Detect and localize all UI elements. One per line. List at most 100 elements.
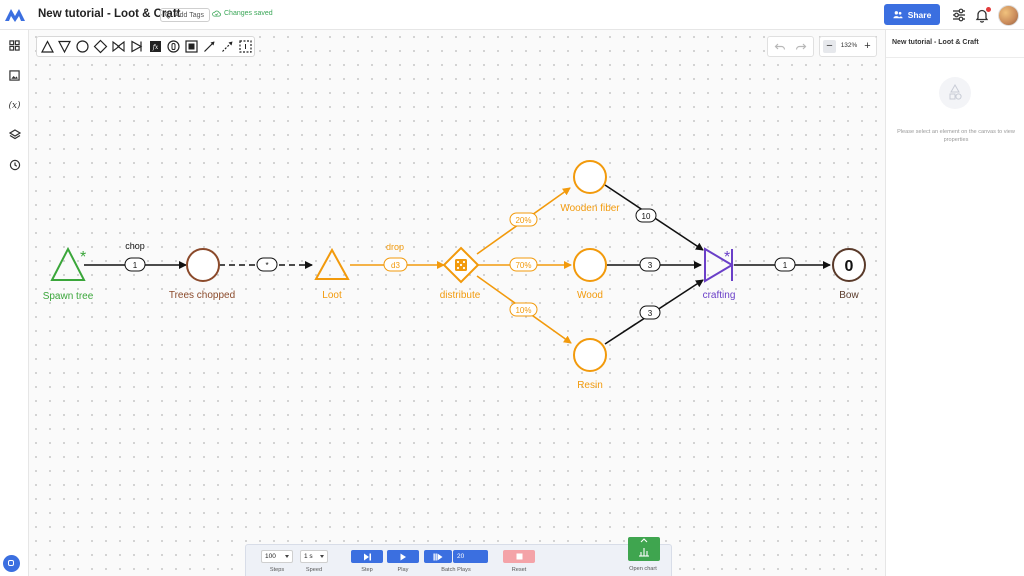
chevron-down-icon — [320, 555, 324, 558]
edge-wood-to-crafting-value: 3 — [648, 261, 653, 270]
distribute-label: distribute — [440, 290, 481, 301]
zoom-in-button[interactable]: + — [861, 40, 874, 53]
edge-to-wooden-fiber-value: 20% — [515, 216, 531, 225]
play-label: Play — [397, 567, 409, 573]
steps-label: Steps — [269, 567, 285, 573]
properties-panel: New tutorial - Loot & Craft Please selec… — [885, 30, 1024, 576]
undo-redo-group — [767, 36, 814, 57]
stop-icon — [516, 553, 522, 560]
user-avatar[interactable] — [998, 5, 1019, 26]
left-sidebar: (x) — [0, 30, 29, 576]
step-button[interactable] — [351, 550, 383, 563]
users-icon — [893, 11, 903, 19]
speed-label: Speed — [305, 567, 323, 573]
edge-chop-label: chop — [125, 241, 145, 251]
panel-title: New tutorial - Loot & Craft — [892, 39, 979, 46]
wood-label: Wood — [577, 290, 603, 301]
loot-label: Loot — [322, 290, 342, 301]
open-chart-button[interactable] — [628, 537, 660, 561]
register-icon[interactable]: fx — [148, 39, 163, 54]
share-button[interactable]: Share — [884, 4, 940, 25]
reset-label: Reset — [511, 567, 527, 573]
chevron-down-icon — [285, 555, 289, 558]
diagram-canvas[interactable] — [29, 30, 885, 576]
gate-diamond-icon[interactable] — [93, 39, 108, 54]
resin-label: Resin — [577, 380, 603, 391]
crafting-label: crafting — [703, 290, 736, 301]
edge-to-wood-value: 70% — [515, 261, 531, 270]
history-icon[interactable] — [7, 157, 22, 172]
converter-icon[interactable] — [129, 39, 144, 54]
edge-crafting-to-bow-value: 1 — [783, 261, 788, 270]
components-grid-icon[interactable] — [7, 38, 22, 53]
panel-divider — [886, 57, 1024, 58]
chart-icon — [639, 548, 649, 557]
save-status: Changes saved — [212, 10, 273, 17]
edge-drop-value: d3 — [391, 261, 400, 270]
step-label: Step — [361, 567, 373, 573]
share-label: Share — [907, 9, 932, 20]
bow-value: 0 — [845, 258, 854, 275]
svg-text:fx: fx — [152, 44, 159, 51]
help-chat-button[interactable] — [3, 555, 20, 572]
drain-triangle-icon[interactable] — [57, 39, 72, 54]
panel-hint: Please select an element on the canvas t… — [897, 129, 1015, 143]
edge-trees-to-loot-value: * — [265, 261, 268, 270]
simulation-controls: 100 Steps 1 s Speed Step Play 20 Batch P… — [245, 544, 672, 576]
settings-sliders-icon[interactable] — [951, 7, 967, 23]
trader-icon[interactable] — [111, 39, 126, 54]
speed-select[interactable]: 1 s — [300, 550, 328, 563]
edge-to-resin-value: 10% — [515, 306, 531, 315]
cloud-check-icon — [212, 10, 221, 17]
batch-play-icon — [433, 553, 443, 560]
open-chart-label: Open chart — [629, 566, 657, 572]
node-resin[interactable]: Resin — [573, 338, 607, 391]
edge-chop-value: 1 — [133, 261, 138, 270]
notification-badge — [986, 7, 991, 12]
bow-label: Bow — [839, 290, 859, 301]
steps-select[interactable]: 100 — [261, 550, 293, 563]
edge-fiber-to-crafting-value: 10 — [642, 212, 651, 221]
delay-icon[interactable] — [184, 39, 199, 54]
undo-icon[interactable] — [774, 41, 786, 53]
save-status-text: Changes saved — [224, 10, 273, 17]
redo-icon[interactable] — [795, 41, 807, 53]
batch-play-button[interactable] — [424, 550, 452, 563]
end-condition-icon[interactable] — [166, 39, 181, 54]
machinations-logo-icon[interactable] — [4, 5, 26, 25]
batch-plays-label: Batch Plays — [441, 567, 471, 573]
resource-connection-icon[interactable] — [202, 39, 217, 54]
state-connection-icon[interactable] — [220, 39, 235, 54]
pool-circle-icon[interactable] — [75, 39, 90, 54]
layers-icon[interactable] — [7, 127, 22, 142]
edge-resin-to-crafting-value: 3 — [648, 309, 653, 318]
trees-chopped-label: Trees chopped — [169, 290, 235, 301]
wooden-fiber-label: Wooden fiber — [560, 203, 620, 214]
node-wood[interactable]: Wood — [573, 248, 607, 301]
steps-value: 100 — [265, 553, 276, 560]
reset-button[interactable] — [503, 550, 535, 563]
shapes-placeholder-icon — [939, 77, 971, 109]
add-tags-label: Add Tags — [175, 11, 205, 19]
variables-icon[interactable]: (x) — [7, 98, 22, 113]
selection-icon[interactable] — [238, 39, 253, 54]
edge-drop-label: drop — [386, 242, 404, 252]
spawn-tree-label: Spawn tree — [43, 291, 94, 302]
zoom-control: − 132% + — [819, 36, 877, 57]
chevron-up-icon — [640, 538, 648, 543]
source-triangle-icon[interactable] — [40, 39, 55, 54]
play-button[interactable] — [387, 550, 419, 563]
tag-icon — [165, 11, 172, 19]
zoom-level: 132% — [840, 42, 858, 49]
play-icon — [400, 553, 406, 560]
batch-count-select[interactable]: 20 — [453, 550, 488, 563]
batch-count-value: 20 — [457, 553, 465, 560]
add-tags-button[interactable]: Add Tags — [160, 8, 211, 22]
shapes-toolbar: fx — [36, 36, 255, 57]
zoom-out-button[interactable]: − — [823, 40, 836, 53]
step-forward-icon — [363, 553, 371, 560]
image-icon[interactable] — [7, 68, 22, 83]
spawn-tree-marker: * — [80, 249, 86, 266]
crafting-marker: * — [724, 249, 730, 266]
top-bar: New tutorial - Loot & Craft Add Tags Cha… — [0, 0, 1024, 30]
